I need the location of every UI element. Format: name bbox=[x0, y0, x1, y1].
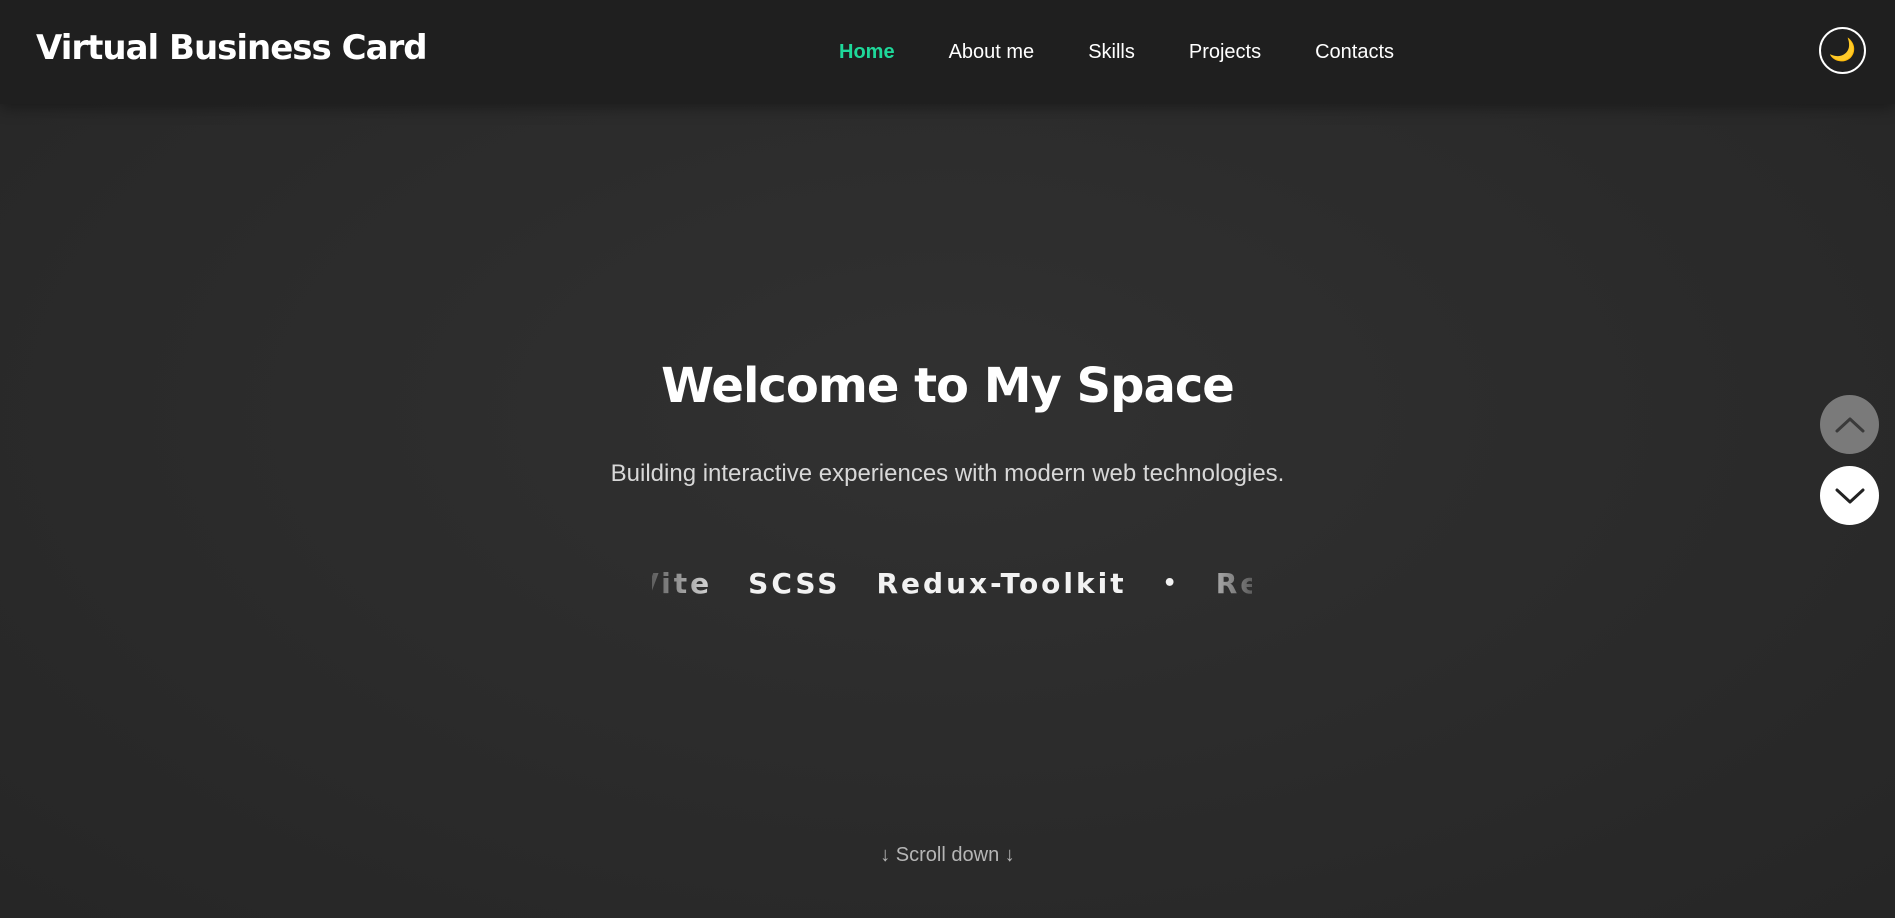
nav-contacts[interactable]: Contacts bbox=[1315, 41, 1394, 64]
moon-icon: 🌙 bbox=[1828, 38, 1857, 63]
main-nav: Home About me Skills Projects Contacts bbox=[839, 39, 1394, 65]
ticker-track: Vite SCSS Redux-Toolkit • React bbox=[652, 567, 1252, 600]
nav-skills[interactable]: Skills bbox=[1088, 41, 1135, 64]
site-header: Virtual Business Card Home About me Skil… bbox=[0, 0, 1895, 104]
hero-section: Welcome to My Space Building interactive… bbox=[0, 104, 1895, 918]
ticker-item: Vite bbox=[652, 567, 713, 600]
scroll-down-button[interactable] bbox=[1820, 466, 1879, 525]
ticker-item: React bbox=[1215, 567, 1252, 600]
tech-ticker: Vite SCSS Redux-Toolkit • React bbox=[652, 565, 1252, 605]
chevron-up-icon bbox=[1835, 417, 1864, 432]
ticker-item: Redux-Toolkit bbox=[876, 567, 1127, 600]
site-logo[interactable]: Virtual Business Card bbox=[36, 28, 428, 68]
nav-home[interactable]: Home bbox=[839, 41, 895, 64]
section-nav bbox=[1820, 395, 1879, 525]
nav-projects[interactable]: Projects bbox=[1189, 41, 1261, 64]
nav-about-me[interactable]: About me bbox=[949, 41, 1035, 64]
ticker-separator: • bbox=[1162, 571, 1180, 596]
chevron-down-icon bbox=[1835, 488, 1864, 503]
page: Virtual Business Card Home About me Skil… bbox=[0, 0, 1895, 918]
theme-toggle-button[interactable]: 🌙 bbox=[1819, 27, 1866, 74]
scroll-down-hint[interactable]: ↓ Scroll down ↓ bbox=[0, 844, 1895, 867]
ticker-item: SCSS bbox=[748, 567, 841, 600]
hero-title: Welcome to My Space bbox=[661, 358, 1235, 414]
scroll-up-button[interactable] bbox=[1820, 395, 1879, 454]
hero-subtitle: Building interactive experiences with mo… bbox=[610, 460, 1285, 487]
